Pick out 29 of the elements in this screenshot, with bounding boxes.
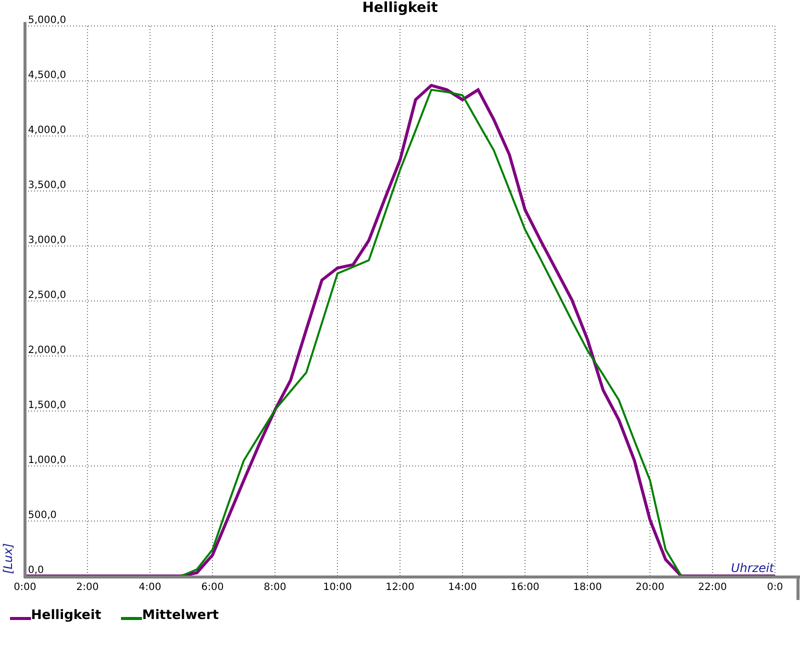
x-tick-label: 0:00 bbox=[14, 582, 36, 593]
x-tick-label: 12:00 bbox=[386, 582, 414, 593]
x-tick-label: 6:00 bbox=[201, 582, 224, 593]
x-tick-label: 4:00 bbox=[138, 582, 162, 593]
y-tick-label: 1,000,0 bbox=[28, 455, 66, 466]
x-tick-label: 22:00 bbox=[698, 582, 727, 593]
y-tick-label: 2,500,0 bbox=[28, 290, 66, 301]
y-tick-label: 3,500,0 bbox=[28, 180, 66, 191]
y-tick-label: 5,000,0 bbox=[28, 15, 66, 26]
chart-title: Helligkeit bbox=[362, 0, 438, 17]
x-tick-label: 16:00 bbox=[510, 582, 540, 593]
x-tick-label: 2:00 bbox=[76, 582, 99, 593]
x-axis-title: Uhrzeit bbox=[730, 561, 774, 575]
x-tick-label: 18:00 bbox=[573, 582, 602, 593]
x-tick-label: 14:00 bbox=[448, 582, 477, 593]
x-tick-label: 0:0 bbox=[766, 582, 784, 593]
y-tick-label: 4,000,0 bbox=[28, 125, 66, 136]
legend-label: Helligkeit bbox=[31, 608, 102, 623]
x-tick-label: 8:00 bbox=[264, 582, 286, 593]
y-tick-label: 4,500,0 bbox=[28, 70, 66, 81]
y-axis-title: [Lux] bbox=[1, 543, 15, 574]
y-tick-label: 3,000,0 bbox=[28, 235, 66, 246]
y-tick-label: 1,500,0 bbox=[28, 400, 66, 411]
y-tick-label: 500,0 bbox=[28, 510, 57, 521]
x-tick-label: 10:00 bbox=[323, 582, 352, 593]
y-tick-label: 2,000,0 bbox=[28, 345, 66, 356]
legend-label: Mittelwert bbox=[142, 608, 219, 623]
x-tick-label: 20:00 bbox=[636, 582, 664, 593]
y-tick-label: 0,0 bbox=[28, 565, 44, 576]
